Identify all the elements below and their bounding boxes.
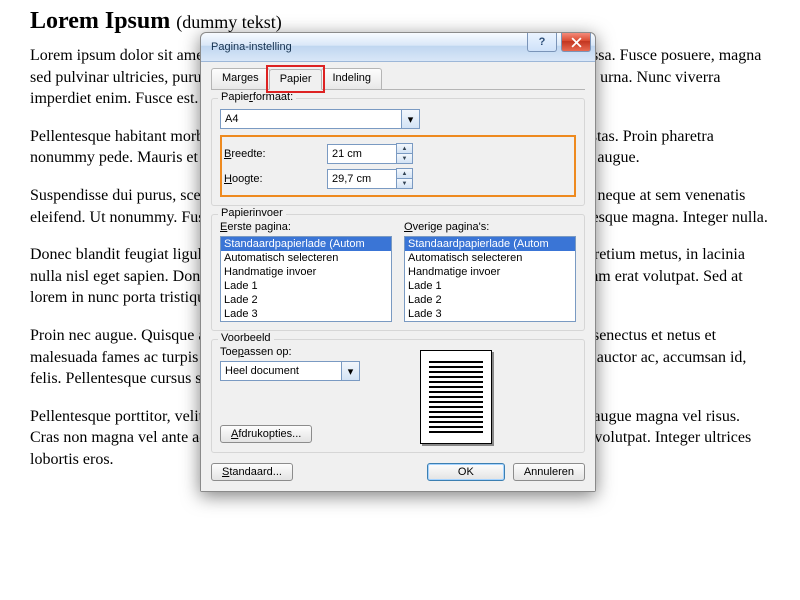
- help-button[interactable]: ?: [527, 33, 557, 52]
- tab-strip: Marges Papier Indeling: [211, 68, 585, 90]
- page-setup-dialog: Pagina-instelling ? Marges Papier Indeli…: [200, 32, 596, 492]
- width-spinner[interactable]: ▲▼: [327, 143, 413, 164]
- list-item[interactable]: Lade 2: [405, 293, 575, 307]
- list-item[interactable]: Standaardpapierlade (Autom: [221, 237, 391, 251]
- first-page-listbox[interactable]: Standaardpapierlade (Autom Automatisch s…: [220, 236, 392, 322]
- first-page-label: Eerste pagina:: [220, 221, 392, 233]
- list-item[interactable]: Handmatige invoer: [221, 265, 391, 279]
- dialog-footer: Standaard... OK Annuleren: [211, 463, 585, 481]
- apply-to-value: Heel document: [225, 365, 299, 377]
- close-icon: [571, 37, 582, 48]
- paper-format-value: A4: [225, 113, 238, 125]
- paper-feed-label: Papierinvoer: [218, 207, 286, 219]
- height-spinner[interactable]: ▲▼: [327, 168, 413, 189]
- list-item[interactable]: Lade 2: [221, 293, 391, 307]
- page-preview: [420, 350, 492, 444]
- tab-margins[interactable]: Marges: [211, 68, 270, 89]
- list-item[interactable]: Handmatige invoer: [405, 265, 575, 279]
- width-label: Breedte:: [224, 148, 327, 160]
- list-item[interactable]: Automatisch selecteren: [221, 251, 391, 265]
- default-button[interactable]: Standaard...: [211, 463, 293, 481]
- tab-paper[interactable]: Papier: [269, 69, 323, 90]
- doc-title-sub: (dummy tekst): [176, 12, 282, 32]
- spin-down-icon[interactable]: ▼: [397, 178, 412, 188]
- list-item[interactable]: Lade 3: [221, 307, 391, 321]
- print-options-button[interactable]: Afdrukopties...: [220, 425, 312, 443]
- paper-format-group: Papierformaat: A4 ▾ Breedte: ▲▼ Hoogte:: [211, 98, 585, 206]
- apply-to-label: Toepassen op:: [220, 346, 390, 358]
- close-button[interactable]: [561, 33, 591, 52]
- preview-label: Voorbeeld: [218, 332, 274, 344]
- spin-down-icon[interactable]: ▼: [397, 153, 412, 163]
- apply-to-combo[interactable]: Heel document ▾: [220, 361, 360, 381]
- dialog-titlebar[interactable]: Pagina-instelling ?: [201, 33, 595, 62]
- preview-group: Voorbeeld Toepassen op: Heel document ▾ …: [211, 339, 585, 453]
- list-item[interactable]: Automatisch selecteren: [405, 251, 575, 265]
- list-item[interactable]: Lade 1: [405, 279, 575, 293]
- chevron-down-icon: ▾: [401, 110, 419, 128]
- cancel-button[interactable]: Annuleren: [513, 463, 585, 481]
- tab-layout[interactable]: Indeling: [321, 68, 382, 89]
- height-input[interactable]: [327, 169, 396, 189]
- doc-title: Lorem Ipsum (dummy tekst): [30, 8, 770, 35]
- list-item[interactable]: Standaardpapierlade (Autom: [405, 237, 575, 251]
- list-item[interactable]: Lade 1: [221, 279, 391, 293]
- width-input[interactable]: [327, 144, 396, 164]
- highlight-orange: Breedte: ▲▼ Hoogte: ▲▼: [220, 135, 576, 197]
- paper-format-combo[interactable]: A4 ▾: [220, 109, 420, 129]
- other-pages-label: Overige pagina's:: [404, 221, 576, 233]
- list-item[interactable]: Lade 3: [405, 307, 575, 321]
- doc-title-main: Lorem Ipsum: [30, 8, 170, 34]
- chevron-down-icon: ▾: [341, 362, 359, 380]
- paper-format-label: Papierformaat:: [218, 91, 296, 103]
- dialog-title: Pagina-instelling: [211, 41, 292, 53]
- spin-up-icon[interactable]: ▲: [397, 169, 412, 178]
- paper-feed-group: Papierinvoer Eerste pagina: Standaardpap…: [211, 214, 585, 331]
- height-label: Hoogte:: [224, 173, 327, 185]
- ok-button[interactable]: OK: [427, 463, 505, 481]
- other-pages-listbox[interactable]: Standaardpapierlade (Autom Automatisch s…: [404, 236, 576, 322]
- spin-up-icon[interactable]: ▲: [397, 144, 412, 153]
